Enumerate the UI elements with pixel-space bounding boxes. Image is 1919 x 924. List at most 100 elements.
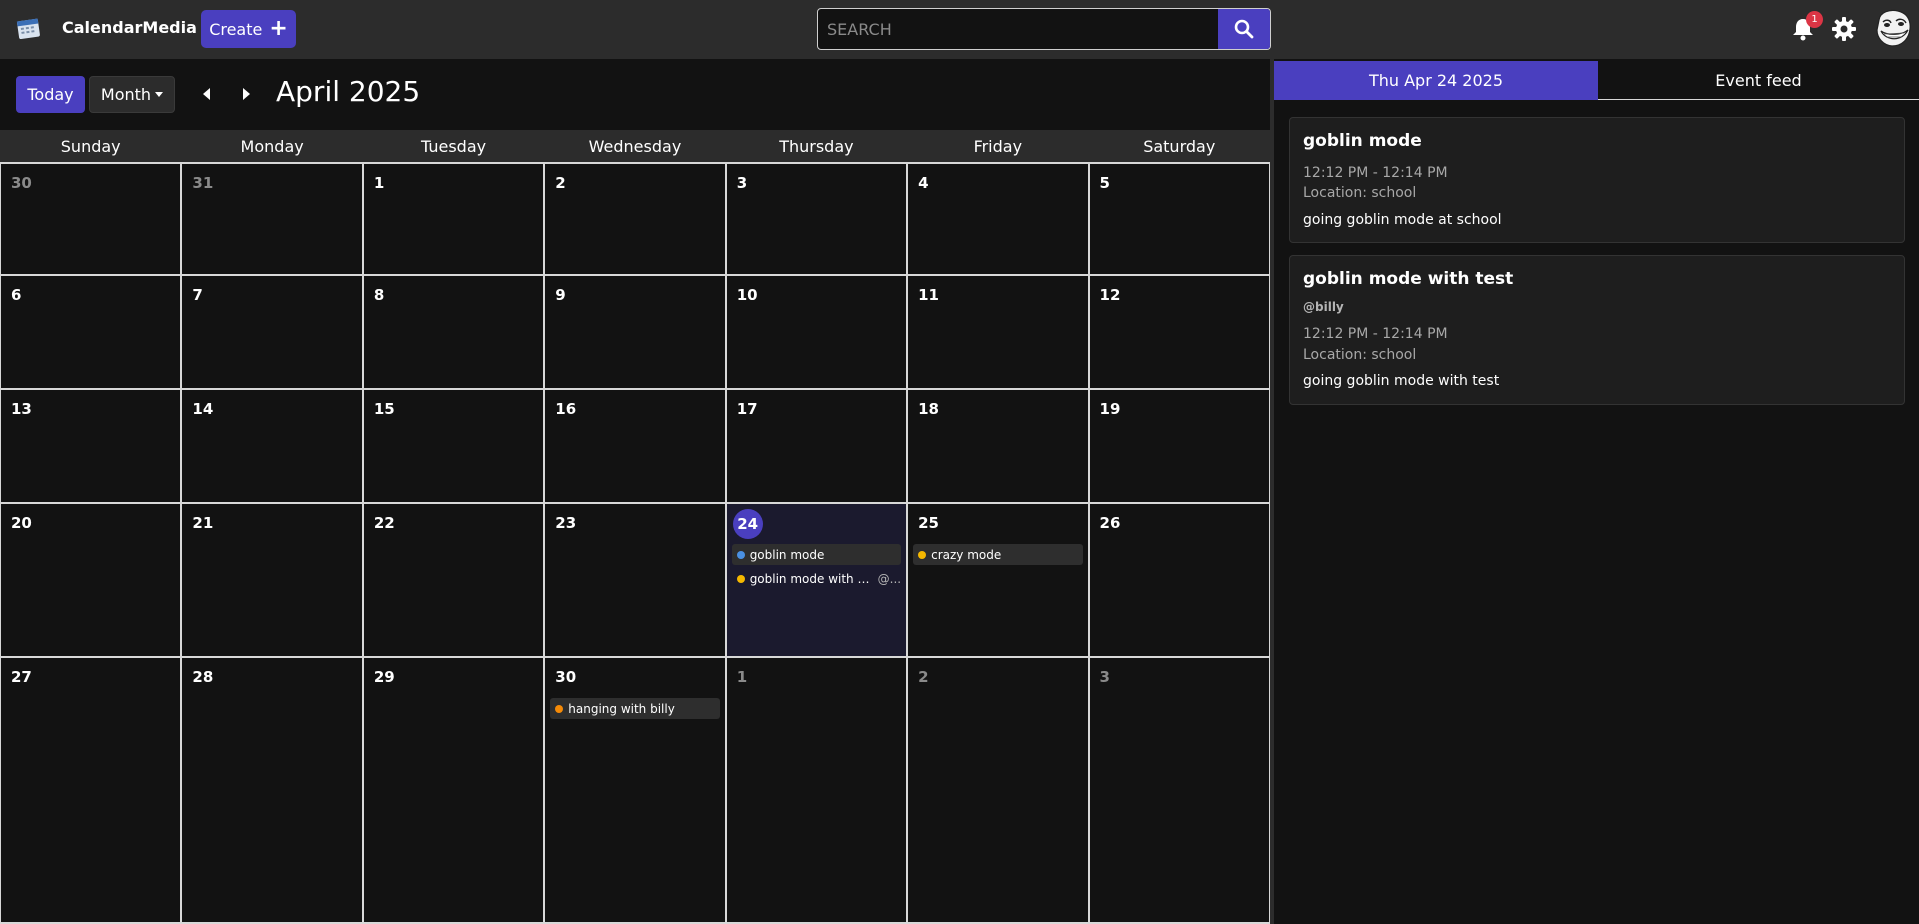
day-number[interactable]: 24 [732, 509, 763, 539]
day-cell[interactable]: 15 [363, 390, 546, 504]
calendar-event[interactable]: crazy mode [913, 544, 1083, 565]
day-cell[interactable]: 20 [1, 504, 183, 658]
day-number[interactable]: 1 [737, 668, 747, 686]
day-number[interactable]: 4 [918, 174, 928, 192]
day-number[interactable]: 26 [1100, 514, 1121, 532]
day-number[interactable]: 16 [555, 400, 576, 418]
search-input[interactable] [818, 9, 1218, 49]
day-cell[interactable]: 13 [1, 390, 183, 504]
calendar-logo-icon[interactable] [15, 17, 42, 41]
day-cell[interactable]: 8 [363, 276, 546, 390]
day-number[interactable]: 2 [918, 668, 928, 686]
view-dropdown[interactable]: Month [89, 76, 175, 113]
tab-event-feed[interactable]: Event feed [1598, 61, 1919, 100]
day-cell[interactable]: 12 [1089, 276, 1271, 390]
day-number[interactable]: 31 [192, 174, 213, 192]
day-cell[interactable]: 18 [908, 390, 1090, 504]
day-cell[interactable]: 2 [545, 162, 727, 276]
day-cell[interactable]: 22 [363, 504, 546, 658]
day-cell[interactable]: 17 [726, 390, 909, 504]
day-cell[interactable]: 25 crazy mode [908, 504, 1090, 658]
day-number[interactable]: 12 [1100, 286, 1121, 304]
calendar-event[interactable]: goblin mode [731, 544, 902, 565]
day-cell[interactable]: 11 [908, 276, 1090, 390]
calendar-event[interactable]: hanging with billy [550, 698, 720, 719]
event-mention: @... [877, 571, 902, 586]
app-brand[interactable]: CalendarMedia [62, 18, 197, 37]
day-cell[interactable]: 10 [726, 276, 909, 390]
day-number[interactable]: 30 [555, 668, 576, 686]
day-number[interactable]: 1 [374, 174, 384, 192]
day-number[interactable]: 15 [374, 400, 395, 418]
event-card[interactable]: goblin mode 12:12 PM - 12:14 PM Location: … [1289, 117, 1905, 243]
day-number[interactable]: 5 [1100, 174, 1110, 192]
day-cell[interactable]: 3 [726, 162, 909, 276]
tab-selected-date[interactable]: Thu Apr 24 2025 [1274, 61, 1598, 100]
day-cell[interactable]: 6 [1, 276, 183, 390]
day-number[interactable]: 21 [192, 514, 213, 532]
day-number[interactable]: 7 [192, 286, 202, 304]
day-number[interactable]: 20 [11, 514, 32, 532]
day-number[interactable]: 14 [192, 400, 213, 418]
day-number[interactable]: 23 [555, 514, 576, 532]
view-dropdown-label: Month [100, 85, 152, 104]
calendar-event[interactable]: goblin mode with test @... [732, 568, 901, 589]
day-number[interactable]: 11 [918, 286, 939, 304]
search-button[interactable] [1218, 9, 1270, 49]
day-number[interactable]: 17 [737, 400, 758, 418]
week-row: 13 14 15 16 17 18 19 [1, 390, 1271, 504]
event-card[interactable]: goblin mode with test @billy 12:12 PM - 12… [1289, 255, 1905, 405]
day-cell[interactable]: 26 [1089, 504, 1271, 658]
day-number[interactable]: 29 [374, 668, 395, 686]
day-number[interactable]: 13 [11, 400, 32, 418]
day-cell[interactable]: 5 [1089, 162, 1271, 276]
week-row: 27 28 29 30 hanging with billy 1 2 3 [1, 658, 1271, 924]
weekday-header: Sunday Monday Tuesday Wednesday Thursday Frid… [0, 130, 1270, 162]
day-number[interactable]: 6 [11, 286, 21, 304]
day-cell[interactable]: 19 [1089, 390, 1271, 504]
day-cell[interactable]: 3 [1089, 658, 1271, 924]
notification-badge: 1 [1806, 11, 1823, 28]
day-number[interactable]: 30 [11, 174, 32, 192]
week-row: 20 21 22 23 24 goblin mode goblin mode with te… [1, 504, 1271, 658]
day-number[interactable]: 25 [918, 514, 939, 532]
day-number[interactable]: 3 [737, 174, 747, 192]
previous-month-button[interactable] [192, 80, 220, 108]
day-cell[interactable]: 29 [363, 658, 546, 924]
day-number[interactable]: 3 [1100, 668, 1110, 686]
day-cell[interactable]: 1 [726, 658, 909, 924]
day-cell[interactable]: 27 [1, 658, 183, 924]
day-cell[interactable]: 28 [182, 658, 364, 924]
day-cell[interactable]: 14 [182, 390, 364, 504]
day-cell[interactable]: 2 [908, 658, 1090, 924]
troll-face-avatar[interactable] [1874, 8, 1912, 48]
day-cell[interactable]: 16 [545, 390, 727, 504]
day-cell[interactable]: 4 [908, 162, 1090, 276]
day-number[interactable]: 9 [555, 286, 565, 304]
day-number[interactable]: 27 [11, 668, 32, 686]
day-cell[interactable]: 21 [182, 504, 364, 658]
day-number[interactable]: 8 [374, 286, 384, 304]
today-button[interactable]: Today [16, 76, 85, 113]
day-number[interactable]: 2 [555, 174, 565, 192]
gear-icon[interactable] [1831, 16, 1857, 42]
day-cell[interactable]: 1 [363, 162, 546, 276]
weekday-label: Monday [240, 136, 304, 156]
weekday-label: Tuesday [421, 136, 487, 156]
day-number[interactable]: 28 [192, 668, 213, 686]
next-month-button[interactable] [233, 80, 261, 108]
create-button[interactable]: Create + [201, 10, 296, 48]
day-cell[interactable]: 9 [545, 276, 727, 390]
day-cell-today[interactable]: 24 goblin mode goblin mode with test @... [726, 504, 909, 658]
day-number[interactable]: 22 [374, 514, 395, 532]
day-number[interactable]: 10 [737, 286, 758, 304]
day-cell[interactable]: 30 hanging with billy [545, 658, 727, 924]
day-cell[interactable]: 30 [1, 162, 183, 276]
day-number[interactable]: 18 [918, 400, 939, 418]
day-cell[interactable]: 31 [182, 162, 364, 276]
day-cell[interactable]: 23 [545, 504, 727, 658]
event-card-time: 12:12 PM - 12:14 PM [1303, 326, 1448, 342]
day-cell[interactable]: 7 [182, 276, 364, 390]
day-number[interactable]: 19 [1100, 400, 1121, 418]
event-card-user[interactable]: @billy [1303, 300, 1344, 314]
